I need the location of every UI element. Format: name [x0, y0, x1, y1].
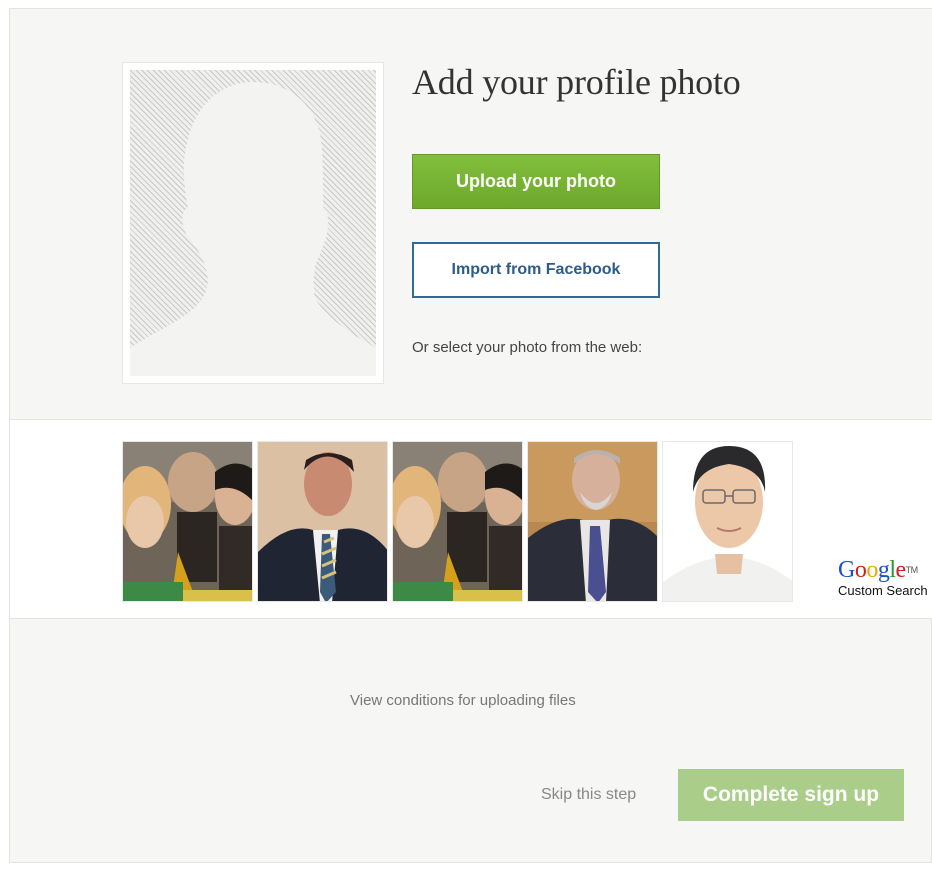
google-letter: o [866, 557, 878, 583]
man-headshot-icon [663, 442, 792, 601]
man-in-suit-icon [528, 442, 657, 601]
trademark-mark: TM [905, 565, 919, 575]
google-wordmark: GoogleTM [838, 558, 930, 582]
web-photo-prompt: Or select your photo from the web: [412, 339, 643, 356]
google-letter: o [854, 557, 867, 583]
photo-result-headshot[interactable] [662, 441, 793, 602]
photo-result-suit-2[interactable] [527, 441, 658, 602]
google-letter: e [895, 557, 907, 583]
upload-photo-button[interactable]: Upload your photo [412, 154, 660, 209]
signup-panel: Add your profile photo Upload your photo… [9, 8, 932, 863]
photo-result-suit-1[interactable] [257, 441, 388, 602]
page-title: Add your profile photo [412, 62, 741, 102]
group-photo-icon [123, 442, 252, 601]
avatar-silhouette-icon [130, 70, 376, 376]
avatar-placeholder [122, 62, 384, 384]
custom-search-label: Custom Search [838, 583, 928, 598]
complete-signup-button[interactable]: Complete sign up [678, 769, 904, 821]
group-photo-icon [393, 442, 522, 601]
man-in-suit-icon [258, 442, 387, 601]
upload-conditions-link[interactable]: View conditions for uploading files [350, 692, 576, 709]
google-letter: g [877, 557, 890, 583]
silhouette-icon [130, 82, 376, 376]
profile-photo-section: Add your profile photo Upload your photo… [10, 9, 932, 420]
photo-result-group-1[interactable] [122, 441, 253, 602]
skip-step-link[interactable]: Skip this step [541, 786, 636, 804]
google-custom-search-logo: GoogleTM Custom Search [838, 558, 930, 598]
import-facebook-button[interactable]: Import from Facebook [412, 242, 660, 298]
web-photo-results: GoogleTM Custom Search [10, 420, 932, 619]
photo-result-group-2[interactable] [392, 441, 523, 602]
google-letter: G [838, 557, 855, 583]
